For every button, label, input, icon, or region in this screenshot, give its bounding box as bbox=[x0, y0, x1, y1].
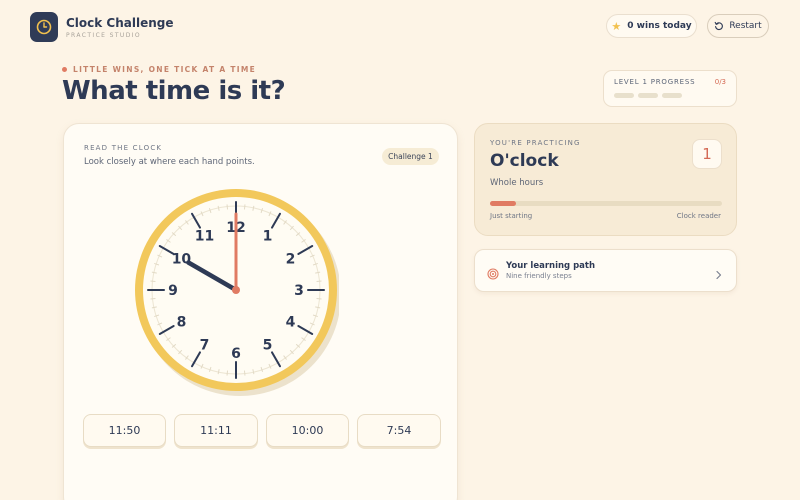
page-title: What time is it? bbox=[62, 76, 286, 106]
clock-number: 2 bbox=[286, 252, 296, 268]
progress-pills bbox=[614, 93, 726, 98]
clock-center bbox=[232, 286, 240, 294]
learning-path-subtitle: Nine friendly steps bbox=[506, 272, 572, 280]
clock-number: 11 bbox=[195, 228, 214, 244]
option-1000-button[interactable]: 10:00 bbox=[266, 414, 349, 447]
wins-label: 0 wins today bbox=[627, 21, 692, 31]
progress-pill bbox=[662, 93, 682, 98]
clock-number: 3 bbox=[294, 283, 304, 299]
minute-tick bbox=[243, 370, 246, 376]
clock-number: 4 bbox=[286, 315, 296, 331]
clock-number: 1 bbox=[263, 228, 273, 244]
star-icon: ★ bbox=[611, 19, 622, 33]
level-badge: 1 bbox=[692, 139, 722, 169]
progress-pill bbox=[614, 93, 634, 98]
learning-path-button[interactable]: Your learning path Nine friendly steps bbox=[474, 249, 737, 292]
minute-tick bbox=[150, 280, 156, 283]
challenge-badge: Challenge 1 bbox=[382, 148, 439, 165]
option-1111-button[interactable]: 11:11 bbox=[174, 414, 258, 447]
target-icon bbox=[487, 265, 499, 284]
clock-number: 5 bbox=[263, 338, 273, 354]
restart-button[interactable]: Restart bbox=[707, 14, 769, 38]
minute-tick bbox=[226, 204, 229, 210]
minute-tick bbox=[316, 280, 322, 283]
clock-icon bbox=[30, 12, 58, 42]
progress-start-label: Just starting bbox=[490, 212, 533, 220]
progress-end-label: Clock reader bbox=[676, 212, 721, 220]
clock-number: 9 bbox=[168, 283, 178, 299]
chevron-right-icon bbox=[715, 265, 723, 284]
practice-title: O'clock bbox=[490, 151, 559, 171]
app-subtitle: PRACTICE STUDIO bbox=[66, 31, 142, 39]
practice-eyebrow: YOU'RE PRACTICING bbox=[490, 139, 581, 147]
tagline-text: LITTLE WINS, ONE TICK AT A TIME bbox=[73, 65, 257, 74]
clock-number: 8 bbox=[177, 315, 187, 331]
clock-card: READ THE CLOCK Look closely at where eac… bbox=[63, 123, 458, 500]
level-progress-card: LEVEL 1 PROGRESS 0/3 bbox=[603, 70, 737, 107]
card-eyebrow: READ THE CLOCK bbox=[84, 144, 163, 152]
learning-path-title: Your learning path bbox=[506, 261, 596, 271]
practice-progress-track bbox=[490, 201, 722, 206]
app-title: Clock Challenge bbox=[66, 15, 174, 30]
brand: Clock Challenge PRACTICE STUDIO bbox=[30, 12, 174, 42]
minute-tick bbox=[243, 204, 246, 210]
progress-pill bbox=[638, 93, 658, 98]
clock-number: 7 bbox=[200, 338, 210, 354]
minute-tick bbox=[226, 370, 229, 376]
analog-clock: 121234567891011 bbox=[135, 189, 339, 396]
tagline: LITTLE WINS, ONE TICK AT A TIME bbox=[62, 65, 256, 74]
card-hint: Look closely at where each hand points. bbox=[84, 157, 255, 167]
practice-subtitle: Whole hours bbox=[490, 178, 544, 188]
option-754-button[interactable]: 7:54 bbox=[357, 414, 441, 447]
progress-count: 0/3 bbox=[714, 78, 726, 86]
progress-label: LEVEL 1 PROGRESS bbox=[614, 78, 696, 86]
tagline-dot bbox=[62, 67, 67, 72]
practice-progress-fill bbox=[490, 201, 516, 206]
minute-tick bbox=[150, 297, 156, 300]
wins-today-button[interactable]: ★ 0 wins today bbox=[606, 14, 697, 38]
practice-card: YOU'RE PRACTICING O'clock Whole hours 1 … bbox=[474, 123, 737, 236]
minute-tick bbox=[316, 297, 322, 300]
clock-number: 6 bbox=[231, 346, 241, 362]
answer-options: 11:50 11:11 10:00 7:54 bbox=[83, 414, 441, 447]
restart-label: Restart bbox=[729, 21, 762, 31]
restart-icon bbox=[714, 21, 724, 31]
option-1150-button[interactable]: 11:50 bbox=[83, 414, 166, 447]
